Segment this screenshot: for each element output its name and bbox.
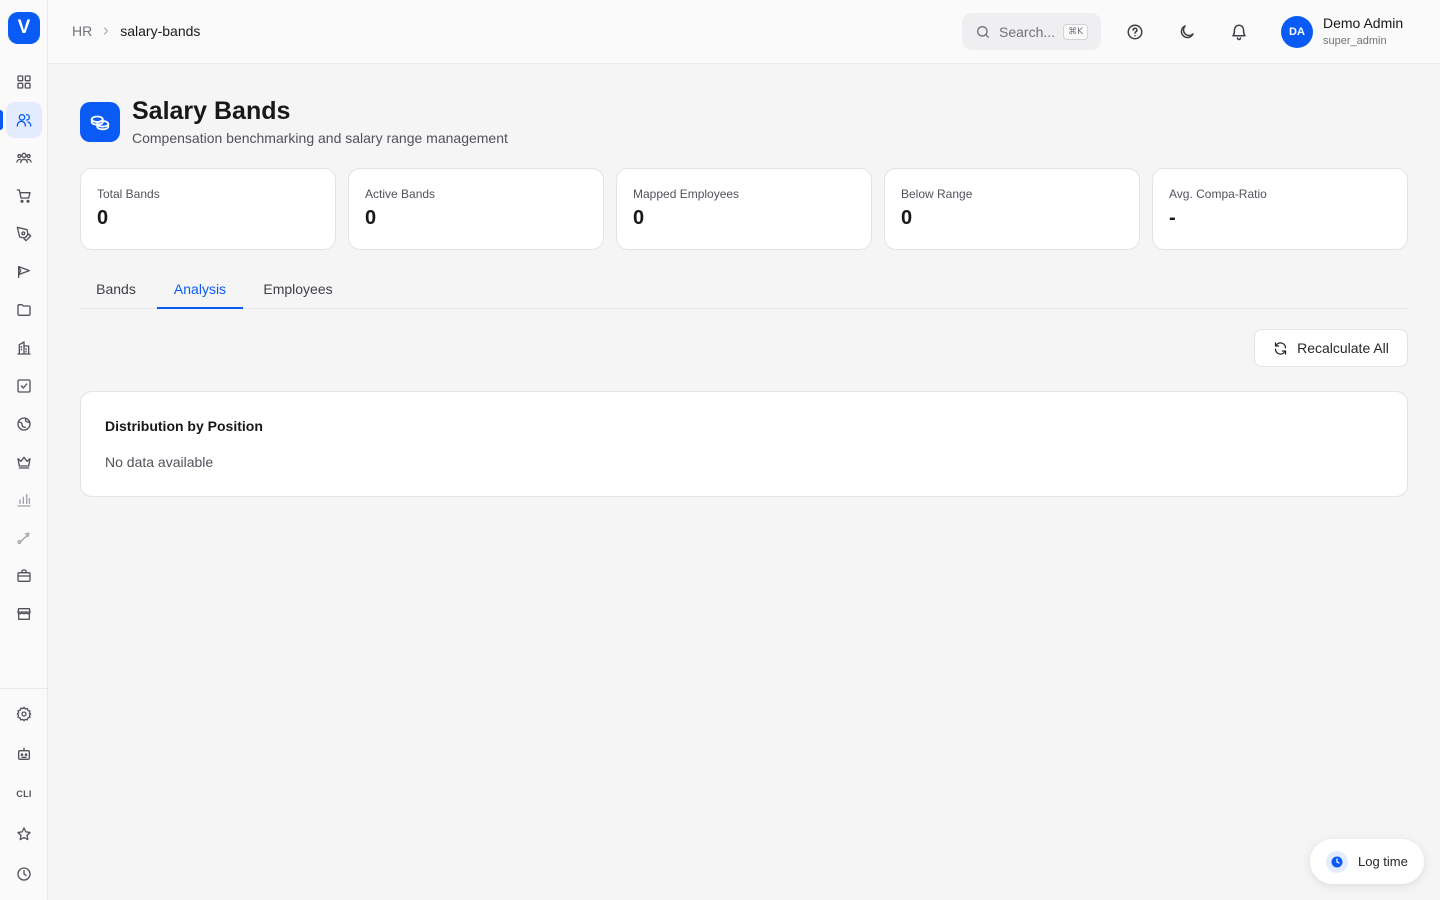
- send-icon: [18, 266, 30, 278]
- tab-bar: Bands Analysis Employees: [80, 270, 1408, 309]
- cli-icon: CLI: [16, 789, 32, 799]
- sidebar-item-jobs[interactable]: [6, 558, 42, 594]
- sidebar-item-store[interactable]: [6, 596, 42, 632]
- stat-value: -: [1169, 207, 1176, 229]
- user-name[interactable]: Demo Admin: [1323, 15, 1403, 31]
- star-icon: [17, 827, 31, 841]
- settings-icon: [16, 706, 32, 722]
- stat-value: 0: [901, 207, 913, 229]
- empty-state-text: No data available: [105, 454, 214, 470]
- route-icon: [17, 532, 30, 544]
- bar-chart-icon: [17, 494, 31, 507]
- help-icon: [1127, 24, 1143, 40]
- bell-icon: [1232, 24, 1246, 41]
- sidebar-item-commerce[interactable]: [6, 178, 42, 214]
- stat-label: Avg. Compa-Ratio: [1169, 187, 1267, 201]
- breadcrumb-root[interactable]: HR: [72, 23, 92, 39]
- avatar[interactable]: DA: [1281, 16, 1313, 48]
- recalculate-all-label: Recalculate All: [1297, 340, 1389, 356]
- stat-label: Active Bands: [365, 187, 436, 201]
- sidebar-item-history[interactable]: [6, 856, 42, 892]
- sidebar-item-analytics[interactable]: [6, 482, 42, 518]
- users-icon: [16, 114, 32, 127]
- sidebar-item-settings[interactable]: [6, 696, 42, 732]
- stat-label: Mapped Employees: [633, 187, 740, 201]
- stat-card-below-range: Below Range 0: [884, 168, 1140, 250]
- distribution-title: Distribution by Position: [105, 418, 263, 434]
- search-shortcut: ⌘K: [1063, 23, 1088, 40]
- grid-icon: [17, 75, 31, 89]
- search-input[interactable]: Search... ⌘K: [962, 13, 1101, 50]
- checkbox-icon: [17, 379, 31, 393]
- sidebar-item-company[interactable]: [6, 330, 42, 366]
- sidebar-item-routes[interactable]: [6, 520, 42, 556]
- tab-employees[interactable]: Employees: [248, 270, 348, 308]
- sidebar-item-hr[interactable]: [6, 102, 42, 138]
- sidebar-item-campaigns[interactable]: [6, 254, 42, 290]
- log-time-label: Log time: [1358, 854, 1408, 869]
- user-role: super_admin: [1323, 35, 1387, 47]
- theme-toggle-button[interactable]: [1174, 19, 1200, 45]
- sidebar-item-tasks[interactable]: [6, 368, 42, 404]
- clock-icon: [17, 867, 31, 881]
- stat-label: Total Bands: [97, 187, 160, 201]
- sidebar-item-design[interactable]: [6, 216, 42, 252]
- sidebar-divider: [0, 688, 47, 689]
- bot-icon: [18, 747, 30, 760]
- distribution-card: Distribution by Position No data availab…: [80, 391, 1408, 497]
- recalculate-all-button[interactable]: Recalculate All: [1254, 329, 1408, 367]
- cart-icon: [16, 189, 31, 203]
- sidebar-item-cli[interactable]: CLI: [6, 776, 42, 812]
- stat-card-mapped-employees: Mapped Employees 0: [616, 168, 872, 250]
- sidebar: V CLI: [0, 0, 48, 900]
- pen-tool-icon: [16, 226, 32, 242]
- store-icon: [17, 608, 31, 620]
- timer-icon: [1326, 850, 1348, 873]
- stat-value: 0: [97, 207, 109, 229]
- sidebar-item-premium[interactable]: [6, 444, 42, 480]
- stat-card-avg-compa-ratio: Avg. Compa-Ratio -: [1152, 168, 1408, 250]
- building-icon: [17, 341, 31, 355]
- folder-icon: [17, 304, 31, 316]
- stat-card-active-bands: Active Bands 0: [348, 168, 604, 250]
- help-button[interactable]: [1122, 19, 1148, 45]
- team-icon: [16, 152, 32, 164]
- top-header: HR salary-bands Search... ⌘K DA Demo Adm…: [48, 0, 1440, 64]
- stat-value: 0: [365, 207, 377, 229]
- stat-label: Below Range: [901, 187, 973, 201]
- tab-analysis[interactable]: Analysis: [157, 270, 243, 309]
- sidebar-item-global[interactable]: [6, 406, 42, 442]
- globe-icon: [17, 417, 31, 431]
- sidebar-item-dashboard[interactable]: [6, 64, 42, 100]
- stat-card-total-bands: Total Bands 0: [80, 168, 336, 250]
- tab-bands[interactable]: Bands: [80, 270, 152, 308]
- refresh-icon: [1274, 341, 1287, 355]
- moon-icon: [1180, 25, 1194, 39]
- sidebar-item-favorites[interactable]: [6, 816, 42, 852]
- crown-icon: [17, 456, 31, 469]
- sidebar-item-bot[interactable]: [6, 736, 42, 772]
- active-indicator: [0, 110, 3, 130]
- log-time-button[interactable]: Log time: [1310, 839, 1424, 884]
- coins-icon: [80, 102, 120, 142]
- breadcrumb-current: salary-bands: [120, 23, 201, 39]
- breadcrumb: HR salary-bands: [72, 23, 200, 39]
- page-subtitle: Compensation benchmarking and salary ran…: [132, 130, 508, 146]
- search-icon: [977, 25, 989, 38]
- app-logo[interactable]: V: [8, 12, 40, 44]
- sidebar-item-files[interactable]: [6, 292, 42, 328]
- stat-value: 0: [633, 207, 645, 229]
- search-placeholder: Search...: [999, 23, 1056, 40]
- page-title: Salary Bands: [132, 97, 291, 125]
- sidebar-item-team[interactable]: [6, 140, 42, 176]
- briefcase-icon: [17, 569, 31, 582]
- notifications-button[interactable]: [1226, 19, 1252, 45]
- chevron-right-icon: [100, 25, 112, 37]
